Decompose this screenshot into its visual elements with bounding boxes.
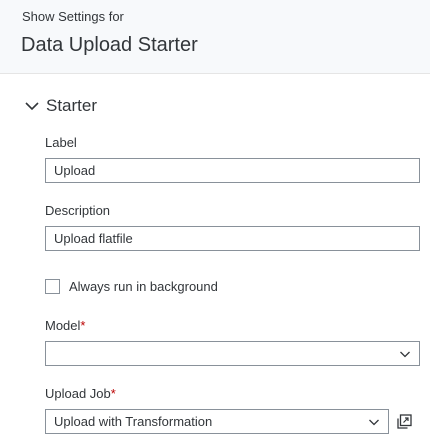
section-toggle-starter[interactable]: Starter [24,95,97,117]
label-input[interactable] [45,158,420,183]
header-title: Data Upload Starter [21,34,198,56]
label-field-label: Label [45,135,77,150]
description-input[interactable] [45,226,420,251]
upload-job-field-label: Upload Job* [45,386,116,401]
open-dialog-icon[interactable] [394,412,414,432]
upload-job-select[interactable]: Upload with Transformation [45,409,389,434]
model-label-text: Model [45,318,81,333]
model-required-mark: * [80,318,86,333]
always-background-label: Always run in background [69,278,218,294]
always-background-option[interactable]: Always run in background [45,277,218,295]
model-field-label: Model* [45,318,85,333]
chevron-down-icon[interactable] [391,342,419,365]
chevron-down-icon[interactable] [360,410,388,433]
model-select[interactable] [45,341,420,366]
dialog-header: Show Settings for Data Upload Starter [0,0,430,74]
header-subtitle: Show Settings for [22,9,124,24]
always-background-checkbox[interactable] [45,278,60,294]
section-title: Starter [46,96,98,115]
description-field-label: Description [45,203,111,218]
chevron-down-icon [24,98,40,114]
upload-job-select-value: Upload with Transformation [54,414,213,429]
upload-job-required-mark: * [110,386,116,401]
upload-job-label-text: Upload Job [45,386,111,401]
